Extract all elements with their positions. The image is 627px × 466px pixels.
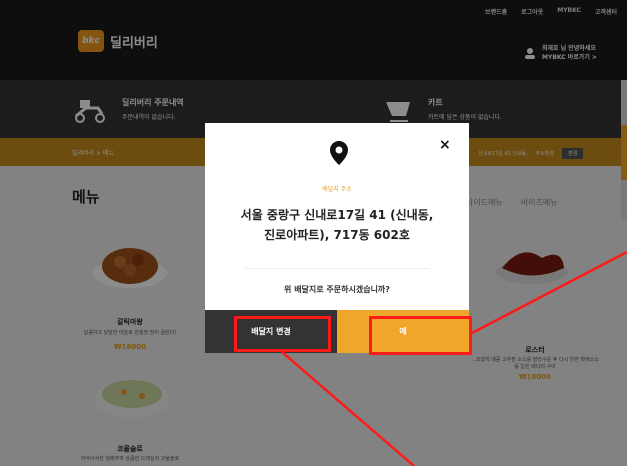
annotation-line-confirm [471,250,627,335]
annotation-lines [281,250,627,466]
annotation-line-change [281,351,415,466]
